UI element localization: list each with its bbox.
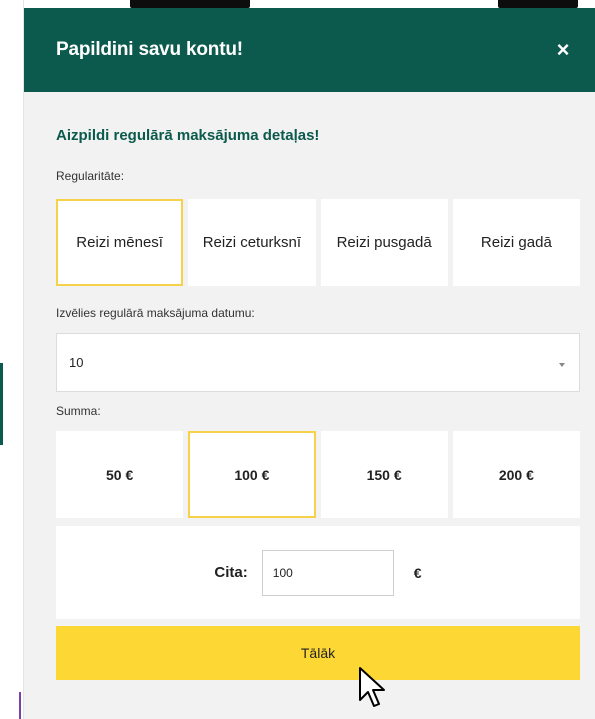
mouse-cursor-icon: [359, 667, 385, 707]
regularity-label: Regularitāte:: [56, 169, 125, 183]
background-text-fragment: [130, 0, 250, 8]
amount-options: 50 € 100 € 150 € 200 €: [56, 431, 580, 518]
regularity-option-halfyearly[interactable]: Reizi pusgadā: [320, 199, 448, 286]
modal-body: Aizpildi regulārā maksājuma detaļas! Reg…: [24, 127, 595, 680]
next-button[interactable]: Tālāk: [56, 626, 580, 680]
regularity-options: Reizi mēnesī Reizi ceturksnī Reizi pusga…: [56, 199, 580, 286]
amount-option-150[interactable]: 150 €: [320, 431, 448, 518]
date-select-value: 10: [69, 355, 84, 370]
background-accent-bar: [19, 692, 21, 719]
background-accent-bar: [0, 363, 3, 445]
close-icon[interactable]: ×: [551, 38, 575, 62]
amount-option-100[interactable]: 100 €: [188, 431, 316, 518]
background-text-fragment: [498, 0, 578, 8]
amount-option-50[interactable]: 50 €: [56, 431, 184, 518]
regularity-option-monthly[interactable]: Reizi mēnesī: [56, 199, 184, 286]
topup-modal: Papildini savu kontu! × Aizpildi regulār…: [24, 8, 595, 719]
chevron-down-icon: [559, 362, 565, 367]
modal-title: Papildini savu kontu!: [56, 39, 243, 60]
regularity-option-yearly[interactable]: Reizi gadā: [452, 199, 580, 286]
form-subtitle: Aizpildi regulārā maksājuma detaļas!: [56, 127, 320, 144]
modal-header: Papildini savu kontu! ×: [24, 8, 595, 92]
sum-label: Summa:: [56, 404, 101, 418]
amount-option-200[interactable]: 200 €: [452, 431, 580, 518]
other-amount-row: Cita: €: [56, 526, 580, 619]
other-amount-label: Cita:: [214, 564, 248, 581]
other-amount-input[interactable]: [261, 549, 394, 596]
date-label: Izvēlies regulārā maksājuma datumu:: [56, 306, 255, 320]
date-select[interactable]: 10: [56, 333, 580, 392]
background-page: [0, 0, 24, 719]
currency-symbol: €: [413, 564, 422, 581]
regularity-option-quarterly[interactable]: Reizi ceturksnī: [188, 199, 316, 286]
